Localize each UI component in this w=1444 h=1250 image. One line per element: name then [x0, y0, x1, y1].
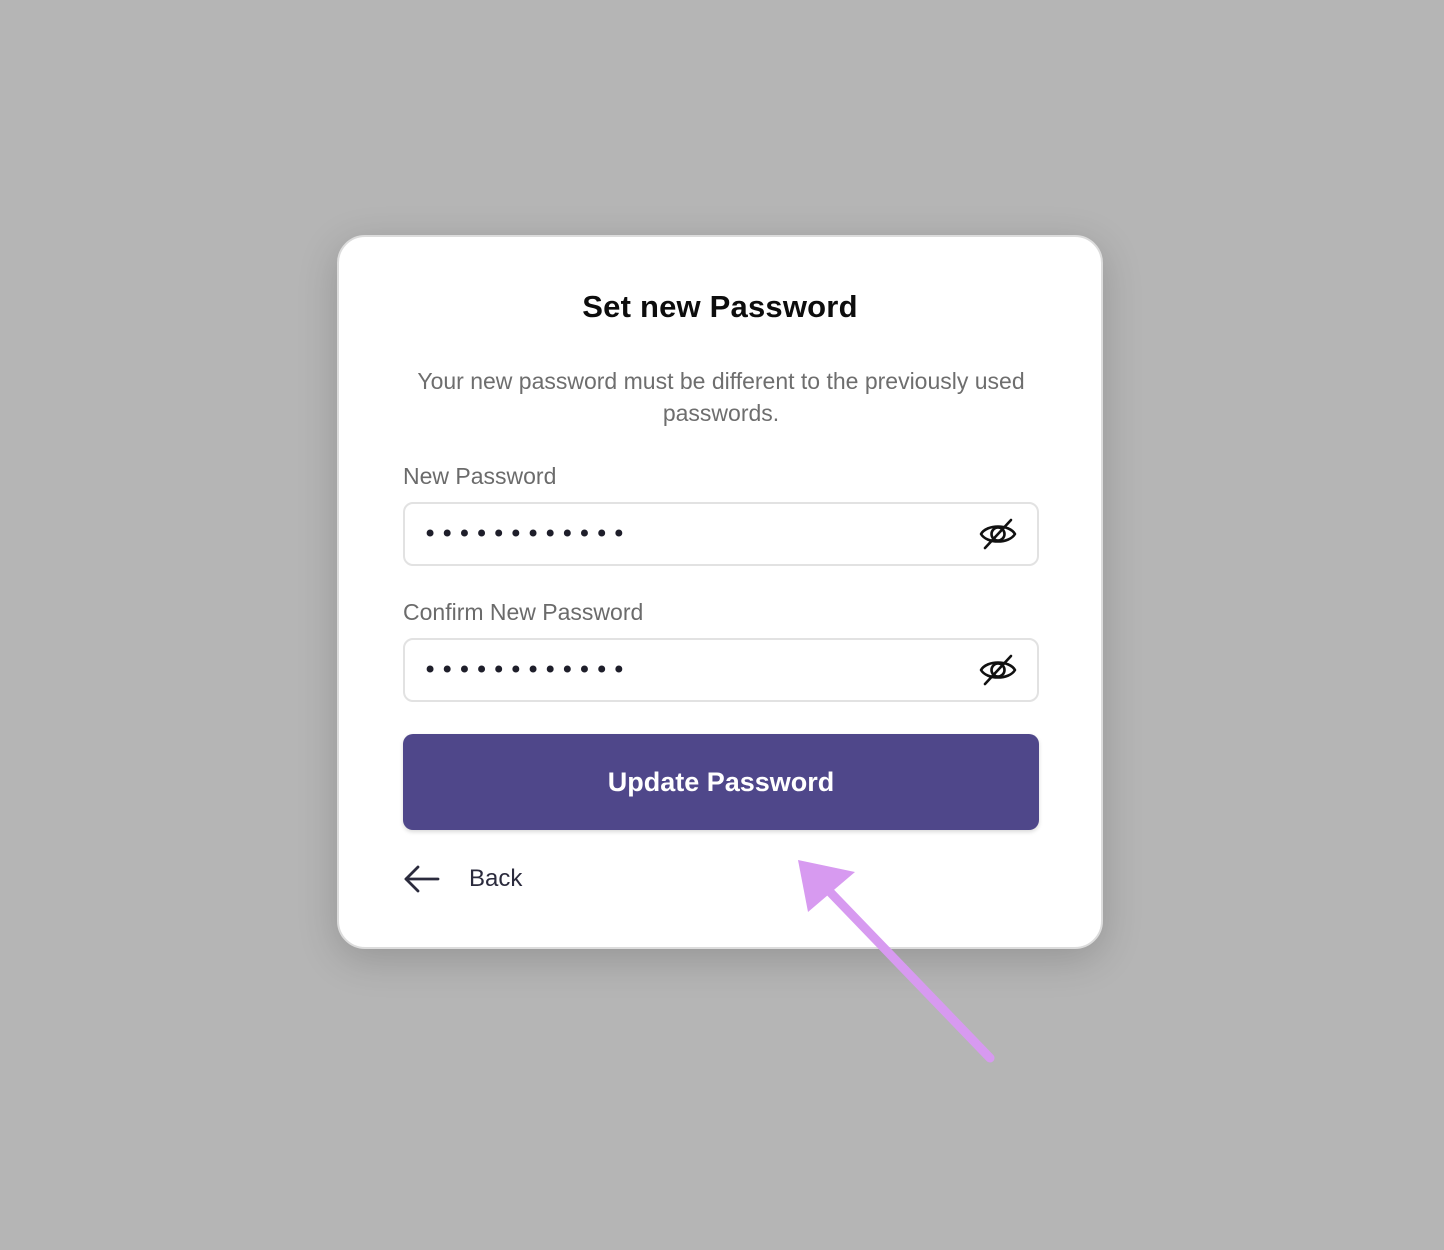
eye-off-icon[interactable]: [977, 649, 1019, 691]
new-password-field-wrapper: [403, 502, 1039, 566]
page-subtitle: Your new password must be different to t…: [417, 368, 1025, 426]
confirm-password-label: Confirm New Password: [403, 599, 644, 625]
confirm-password-field-wrapper: [403, 638, 1039, 702]
back-label: Back: [469, 865, 523, 892]
reset-password-card: Set new Password Your new password must …: [337, 235, 1103, 949]
new-password-label: New Password: [403, 463, 557, 489]
page-title: Set new Password: [582, 289, 858, 324]
confirm-password-input[interactable]: [423, 640, 977, 700]
eye-off-icon[interactable]: [977, 513, 1019, 555]
update-password-button[interactable]: Update Password: [403, 734, 1039, 830]
back-link[interactable]: Back: [403, 859, 522, 899]
new-password-input[interactable]: [423, 504, 977, 564]
arrow-left-icon: [403, 859, 441, 899]
